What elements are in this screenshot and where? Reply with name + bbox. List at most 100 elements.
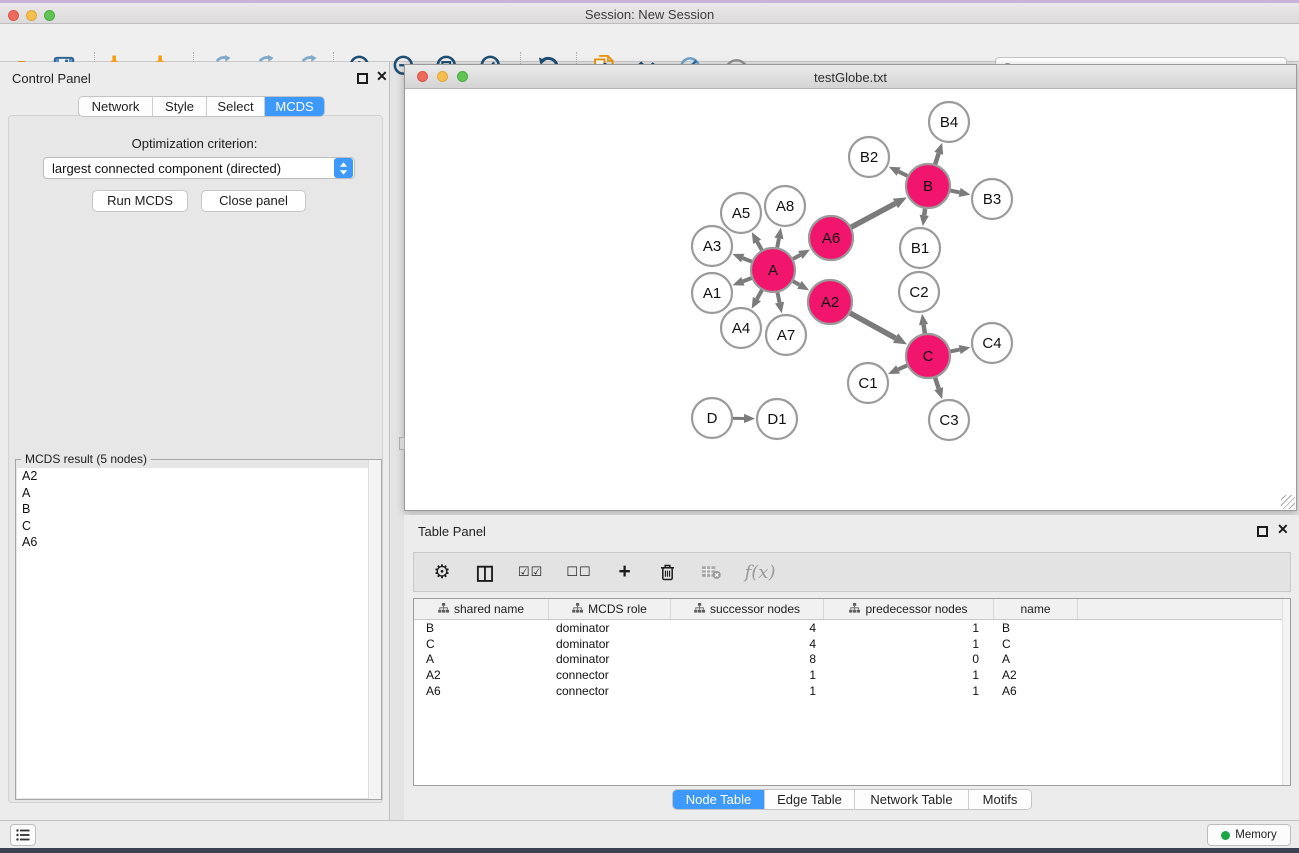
node-table[interactable]: shared nameMCDS rolesuccessor nodesprede… [413, 598, 1291, 786]
tab-select[interactable]: Select [206, 97, 264, 116]
close-panel-icon[interactable]: ✕ [376, 68, 388, 85]
graph-edge-A-A3[interactable] [732, 254, 753, 263]
graph-edge-B-B4[interactable] [934, 143, 943, 166]
graph-node-A6[interactable]: A6 [809, 216, 853, 260]
column-header-shared-name[interactable]: shared name [414, 599, 549, 619]
column-header-predecessor-nodes[interactable]: predecessor nodes [824, 599, 994, 619]
table-cell: dominator [549, 652, 671, 666]
mcds-result-scrollbar[interactable] [368, 460, 381, 799]
table-row[interactable]: A2connector11A2 [414, 667, 1290, 683]
graph-edge-C-C1[interactable] [888, 365, 909, 374]
graph-edge-A2-C[interactable] [848, 312, 907, 344]
graph-edge-A-A4[interactable] [752, 288, 763, 308]
table-cell: A [994, 652, 1078, 666]
run-mcds-button[interactable]: Run MCDS [92, 190, 188, 212]
graph-node-C2[interactable]: C2 [899, 272, 939, 312]
float-panel-icon[interactable] [357, 73, 368, 84]
task-history-button[interactable] [10, 824, 36, 846]
graph-node-A1[interactable]: A1 [692, 273, 732, 313]
graph-node-D[interactable]: D [692, 398, 732, 438]
tab-network[interactable]: Network [79, 97, 152, 116]
svg-text:C3: C3 [939, 412, 958, 429]
graph-edge-A-A1[interactable] [733, 277, 754, 286]
mcds-result-item[interactable]: A [17, 485, 380, 502]
mcds-result-list[interactable]: A2ABCA6 [17, 468, 380, 798]
network-canvas[interactable]: B4 B2 B B3 A8 A5 A6 A3 B1 A A1 C2 A2 A4A7 C4 C C1 C3 D D1 [405, 89, 1296, 510]
table-cell: dominator [549, 621, 671, 635]
table-row[interactable]: Cdominator41C [414, 636, 1290, 652]
unselect-all-icon[interactable]: ☐☐ [566, 560, 591, 584]
network-graph[interactable]: B4 B2 B B3 A8 A5 A6 A3 B1 A A1 C2 A2 A4A7 C4 C C1 C3 D D1 [405, 89, 1296, 510]
svg-text:A: A [768, 262, 778, 279]
network-window-titlebar[interactable]: testGlobe.txt [405, 65, 1296, 89]
close-panel-button[interactable]: Close panel [201, 190, 306, 212]
window-resize-grip[interactable] [1281, 495, 1295, 509]
svg-text:B: B [923, 178, 933, 195]
table-row[interactable]: A6connector11A6 [414, 683, 1290, 699]
add-column-icon[interactable]: + [615, 560, 635, 584]
mcds-result-item[interactable]: B [17, 501, 380, 518]
graph-edge-C-C3[interactable] [934, 376, 943, 399]
graph-edge-B-B2[interactable] [889, 167, 909, 177]
tab-style[interactable]: Style [152, 97, 206, 116]
table-panel-title: Table Panel [418, 524, 486, 539]
tab-mcds[interactable]: MCDS [264, 97, 324, 116]
graph-edge-A6-B[interactable] [850, 197, 907, 228]
graph-edge-C-C2[interactable] [919, 314, 928, 335]
column-type-icon [694, 602, 705, 616]
table-cell: B [994, 621, 1078, 635]
delete-column-icon[interactable] [658, 560, 678, 584]
graph-node-B1[interactable]: B1 [900, 228, 940, 268]
graph-node-C3[interactable]: C3 [929, 400, 969, 440]
settings-gear-icon[interactable]: ⚙ [432, 560, 452, 584]
graph-node-C[interactable]: C [906, 334, 950, 378]
close-panel-icon[interactable]: ✕ [1277, 521, 1289, 538]
tab-network-table[interactable]: Network Table [854, 790, 968, 809]
graph-node-C1[interactable]: C1 [848, 363, 888, 403]
graph-edge-D-D1[interactable] [731, 414, 755, 423]
column-header-successor-nodes[interactable]: successor nodes [671, 599, 824, 619]
graph-node-D1[interactable]: D1 [757, 399, 797, 439]
graph-edge-A-A6[interactable] [791, 250, 810, 260]
graph-edge-B-B1[interactable] [920, 207, 929, 226]
tab-motifs[interactable]: Motifs [968, 790, 1031, 809]
graph-edge-A-A5[interactable] [752, 232, 763, 252]
graph-node-A5[interactable]: A5 [721, 193, 761, 233]
graph-edge-A-A2[interactable] [791, 280, 809, 290]
svg-text:A8: A8 [776, 198, 794, 215]
graph-node-A3[interactable]: A3 [692, 226, 732, 266]
mcds-result-item[interactable]: A2 [17, 468, 380, 485]
table-scrollbar[interactable] [1282, 599, 1290, 785]
graph-node-A4[interactable]: A4 [721, 308, 761, 348]
memory-button[interactable]: Memory [1207, 824, 1291, 846]
graph-edge-C-C4[interactable] [949, 345, 971, 354]
select-all-icon[interactable]: ☑☑ [518, 560, 543, 584]
svg-text:C4: C4 [982, 335, 1001, 352]
list-icon [16, 829, 30, 841]
column-header-mcds-role[interactable]: MCDS role [549, 599, 671, 619]
graph-node-C4[interactable]: C4 [972, 323, 1012, 363]
mcds-result-item[interactable]: C [17, 518, 380, 535]
graph-node-B3[interactable]: B3 [972, 179, 1012, 219]
graph-node-B4[interactable]: B4 [929, 102, 969, 142]
table-row[interactable]: Bdominator41B [414, 620, 1290, 636]
split-panel-icon[interactable]: ◫ [475, 560, 495, 584]
graph-node-A7[interactable]: A7 [766, 315, 806, 355]
panel-divider-handle[interactable] [399, 437, 405, 450]
table-row[interactable]: Adominator80A [414, 651, 1290, 667]
function-builder-icon: f(x) [745, 560, 776, 584]
mcds-result-item[interactable]: A6 [17, 534, 380, 551]
graph-node-B2[interactable]: B2 [849, 137, 889, 177]
graph-node-A2[interactable]: A2 [808, 280, 852, 324]
graph-node-B[interactable]: B [906, 164, 950, 208]
graph-node-A[interactable]: A [751, 248, 795, 292]
graph-edge-A-A7[interactable] [775, 291, 784, 314]
graph-edge-A-A8[interactable] [774, 228, 783, 250]
graph-node-A8[interactable]: A8 [765, 186, 805, 226]
criterion-dropdown[interactable]: largest connected component (directed) [43, 157, 355, 179]
float-panel-icon[interactable] [1257, 526, 1268, 537]
graph-edge-B-B3[interactable] [949, 188, 971, 197]
column-header-name[interactable]: name [994, 599, 1078, 619]
tab-edge-table[interactable]: Edge Table [764, 790, 854, 809]
tab-node-table[interactable]: Node Table [673, 790, 764, 809]
